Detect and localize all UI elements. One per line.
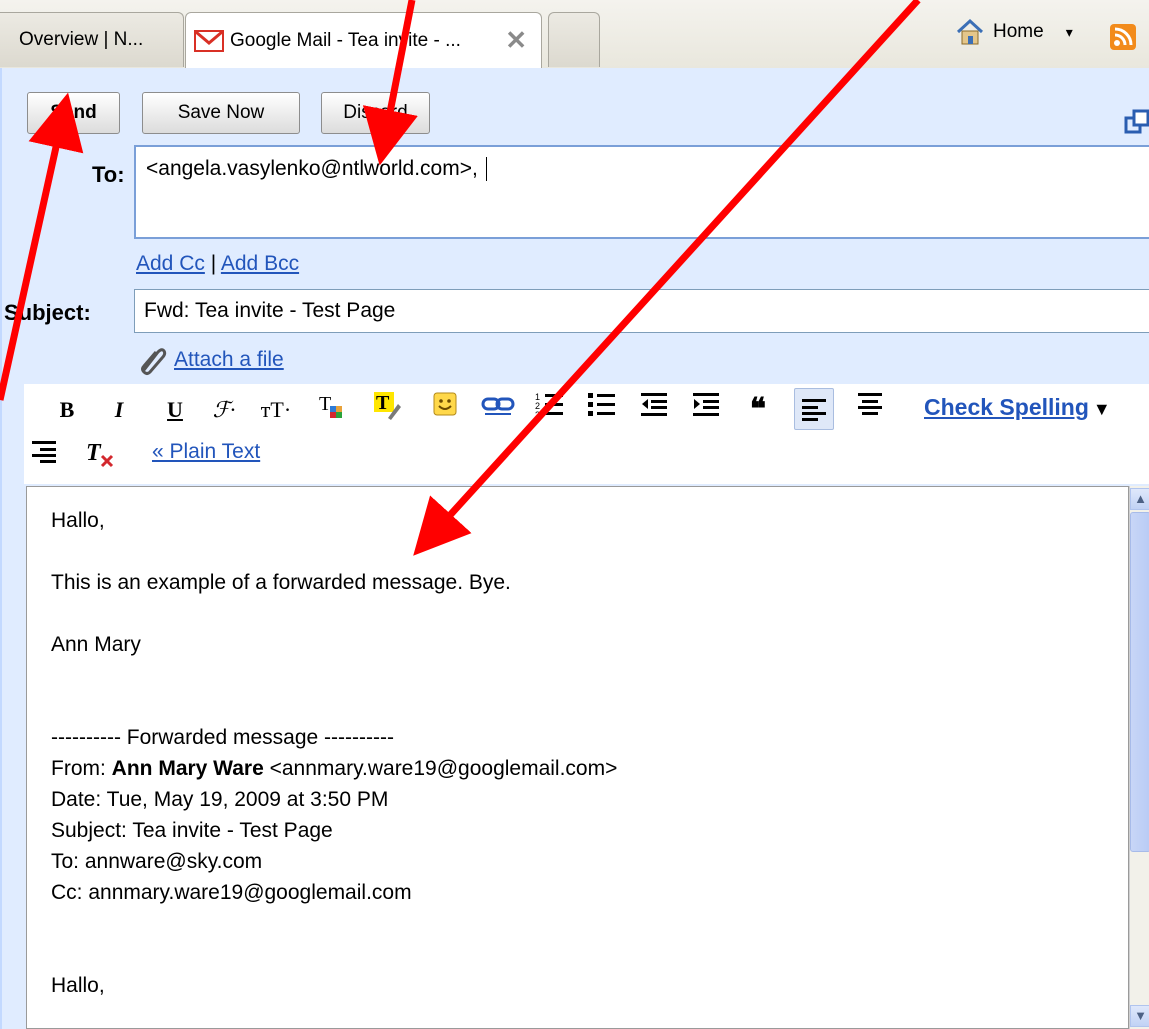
- indent-icon[interactable]: [688, 390, 724, 431]
- link-icon[interactable]: [478, 390, 518, 430]
- subject-label: Subject:: [4, 300, 91, 325]
- svg-text:3: 3: [535, 410, 540, 418]
- body-scrollbar[interactable]: ▲ ▼: [1129, 486, 1149, 1029]
- gmail-icon: [194, 30, 224, 52]
- compose-panel: Send Save Now Discard To: <angela.vasyle…: [0, 68, 1149, 1029]
- subject-input[interactable]: Fwd: Tea invite - Test Page: [134, 289, 1149, 333]
- tab-label: Overview | N...: [19, 29, 144, 50]
- to-label: To:: [92, 162, 125, 187]
- save-now-button[interactable]: Save Now: [142, 92, 300, 134]
- text-caret: [485, 157, 487, 182]
- spelling-dropdown-icon[interactable]: ▼: [1093, 399, 1111, 419]
- from-email: <annmary.ware19@googlemail.com>: [263, 757, 618, 780]
- browser-tab-bar: Overview | N... Google Mail - Tea invite…: [0, 0, 1149, 69]
- to-field[interactable]: <angela.vasylenko@ntlworld.com>,: [134, 145, 1149, 239]
- send-button[interactable]: Send: [27, 92, 120, 134]
- scroll-down-icon[interactable]: ▼: [1130, 1005, 1149, 1027]
- paperclip-icon: [141, 348, 167, 375]
- chevron-down-icon[interactable]: ▾: [1066, 24, 1073, 41]
- forwarded-subject: Subject: Tea invite - Test Page: [51, 819, 333, 842]
- svg-text:T: T: [319, 393, 331, 415]
- underline-icon[interactable]: U: [160, 390, 190, 430]
- plain-text-link[interactable]: « Plain Text: [152, 440, 260, 464]
- forwarded-cc: Cc: annmary.ware19@googlemail.com: [51, 881, 412, 904]
- message-body[interactable]: Hallo, This is an example of a forwarded…: [26, 486, 1129, 1029]
- add-bcc-link[interactable]: Add Bcc: [221, 252, 299, 275]
- text-color-icon[interactable]: T: [314, 390, 348, 433]
- bulleted-list-icon[interactable]: [584, 390, 620, 431]
- to-value: <angela.vasylenko@ntlworld.com>,: [146, 157, 478, 180]
- formatting-toolbar: B I U ℱ· тТ· T T 123 ❝ Check Spelling ▼ …: [24, 384, 1149, 484]
- remove-formatting-icon[interactable]: T: [82, 438, 118, 481]
- home-icon: [956, 18, 984, 45]
- scroll-up-icon[interactable]: ▲: [1130, 488, 1149, 510]
- forwarded-date: Date: Tue, May 19, 2009 at 3:50 PM: [51, 788, 389, 811]
- outdent-icon[interactable]: [636, 390, 672, 431]
- svg-text:T: T: [86, 440, 102, 466]
- tab-label: Google Mail - Tea invite - ...: [230, 30, 461, 51]
- align-center-icon[interactable]: [852, 390, 888, 431]
- body-greeting: Hallo,: [51, 509, 105, 532]
- check-spelling[interactable]: Check Spelling ▼: [924, 394, 1111, 421]
- body-line: This is an example of a forwarded messag…: [51, 571, 511, 594]
- forwarded-header: ---------- Forwarded message ----------: [51, 726, 394, 749]
- align-left-icon[interactable]: [794, 388, 834, 430]
- align-right-icon[interactable]: [28, 438, 60, 479]
- home-button[interactable]: Home ▾: [955, 18, 1073, 46]
- font-icon[interactable]: ℱ·: [204, 390, 244, 430]
- rss-feed-icon[interactable]: [1110, 24, 1136, 50]
- bold-icon[interactable]: B: [52, 390, 82, 430]
- check-spelling-link[interactable]: Check Spelling: [924, 394, 1089, 420]
- discard-button[interactable]: Discard: [321, 92, 430, 134]
- from-name: Ann Mary Ware: [111, 757, 264, 780]
- font-size-icon[interactable]: тТ·: [256, 390, 296, 430]
- body-signature: Ann Mary: [51, 633, 141, 656]
- add-cc-link[interactable]: Add Cc: [136, 252, 205, 275]
- tab-google-mail[interactable]: Google Mail - Tea invite - ... ✕: [185, 12, 542, 69]
- home-label: Home: [993, 21, 1044, 42]
- forwarded-to: To: annware@sky.com: [51, 850, 263, 873]
- popout-icon[interactable]: [1124, 108, 1149, 136]
- numbered-list-icon[interactable]: 123: [532, 390, 568, 431]
- forwarded-from: From: Ann Mary Ware <annmary.ware19@goog…: [51, 757, 618, 780]
- cc-separator: |: [210, 252, 217, 275]
- highlight-icon[interactable]: T: [370, 390, 404, 433]
- italic-icon[interactable]: I: [104, 390, 134, 430]
- tab-overview[interactable]: Overview | N...: [0, 12, 184, 67]
- close-tab-icon[interactable]: ✕: [505, 25, 527, 56]
- body-greeting-2: Hallo,: [51, 974, 105, 997]
- scroll-thumb[interactable]: [1130, 512, 1149, 852]
- svg-text:T: T: [376, 392, 390, 414]
- attach-file-link[interactable]: Attach a file: [174, 348, 284, 372]
- add-cc-bcc-links: Add Cc | Add Bcc: [136, 252, 299, 276]
- tab-new[interactable]: [548, 12, 600, 67]
- quote-icon[interactable]: ❝: [740, 390, 776, 430]
- emoticon-icon[interactable]: [428, 390, 462, 430]
- attach-file[interactable]: Attach a file: [136, 344, 284, 376]
